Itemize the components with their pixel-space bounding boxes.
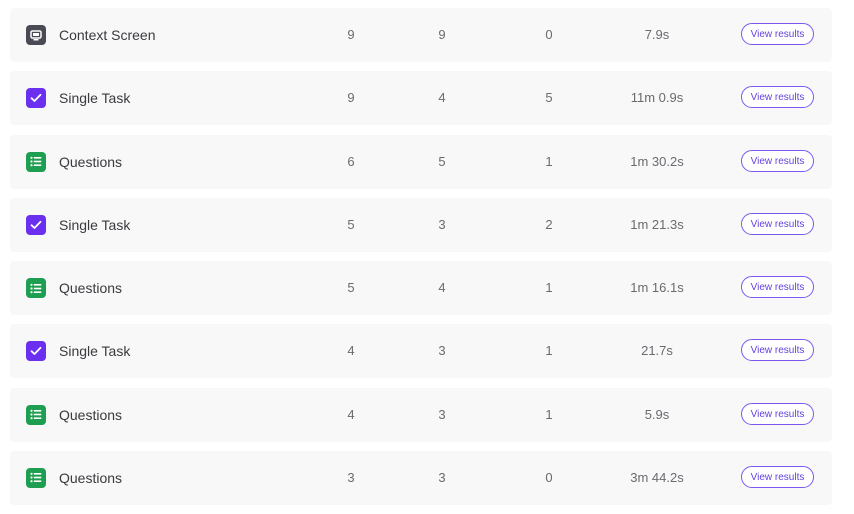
row-value-3: 1 — [545, 153, 553, 169]
table-row: Single Task 9 4 5 11m 0.9s View results — [10, 71, 832, 126]
row-name: Context Screen — [59, 27, 156, 43]
row-time: 5.9s — [644, 406, 670, 422]
row-name: Single Task — [59, 343, 131, 360]
checkbox-icon — [26, 214, 46, 235]
row-value-1: 4 — [347, 406, 355, 422]
row-name: Questions — [59, 153, 123, 170]
view-results-button[interactable]: View results — [741, 149, 814, 172]
view-results-button[interactable]: View results — [741, 276, 814, 298]
table-row: Single Task 5 3 2 1m 21.3s View results — [10, 197, 832, 252]
list-icon — [26, 404, 46, 425]
row-value-3: 0 — [545, 469, 553, 485]
table-row: Questions 6 5 1 1m 30.2s View results — [10, 134, 832, 189]
row-value-2: 3 — [438, 343, 446, 359]
row-value-2: 3 — [438, 469, 446, 485]
row-value-3: 0 — [545, 27, 553, 42]
view-results-button[interactable]: View results — [741, 402, 814, 425]
view-results-button[interactable]: View results — [741, 465, 814, 488]
row-value-3: 5 — [545, 90, 553, 106]
view-results-button[interactable]: View results — [741, 212, 814, 235]
row-value-1: 9 — [347, 90, 355, 106]
checkbox-icon — [26, 88, 46, 109]
row-value-2: 5 — [438, 153, 446, 169]
row-time: 1m 16.1s — [630, 280, 684, 295]
row-name: Questions — [59, 280, 123, 296]
row-name: Questions — [59, 469, 123, 486]
row-value-2: 3 — [438, 216, 446, 232]
row-value-1: 5 — [347, 280, 355, 295]
list-icon — [26, 467, 46, 488]
checkbox-icon — [26, 341, 46, 362]
row-time: 21.7s — [641, 343, 673, 359]
table-row: Single Task 4 3 1 21.7s View results — [10, 324, 832, 379]
row-value-3: 1 — [545, 406, 553, 422]
row-time: 11m 0.9s — [630, 90, 684, 106]
row-time: 7.9s — [644, 27, 670, 42]
view-results-button[interactable]: View results — [741, 86, 814, 109]
row-time: 3m 44.2s — [630, 469, 684, 485]
row-value-1: 3 — [347, 469, 355, 485]
row-time: 1m 30.2s — [630, 153, 684, 169]
row-value-1: 9 — [347, 27, 355, 42]
row-value-1: 5 — [347, 216, 355, 232]
row-value-3: 1 — [545, 280, 553, 295]
table-row: Context Screen 9 9 0 7.9s View results — [10, 8, 832, 62]
row-name: Questions — [59, 406, 123, 423]
row-time: 1m 21.3s — [630, 216, 684, 232]
row-value-2: 4 — [438, 90, 446, 106]
view-results-button[interactable]: View results — [741, 23, 814, 45]
view-results-button[interactable]: View results — [741, 339, 814, 362]
row-name: Single Task — [59, 216, 131, 233]
row-value-1: 4 — [347, 343, 355, 359]
row-value-3: 2 — [545, 216, 553, 232]
list-icon — [26, 151, 46, 172]
results-list: Context Screen 9 9 0 7.9s View results S… — [10, 8, 832, 514]
list-icon — [26, 278, 46, 298]
monitor-icon — [26, 25, 46, 45]
row-name: Single Task — [59, 90, 131, 107]
table-row: Questions 4 3 1 5.9s View results — [10, 387, 832, 442]
row-value-1: 6 — [347, 153, 355, 169]
row-value-2: 9 — [438, 27, 446, 42]
table-row: Questions 3 3 0 3m 44.2s View results — [10, 450, 832, 505]
row-value-3: 1 — [545, 343, 553, 359]
table-row: Questions 5 4 1 1m 16.1s View results — [10, 261, 832, 315]
row-value-2: 3 — [438, 406, 446, 422]
row-value-2: 4 — [438, 280, 446, 295]
